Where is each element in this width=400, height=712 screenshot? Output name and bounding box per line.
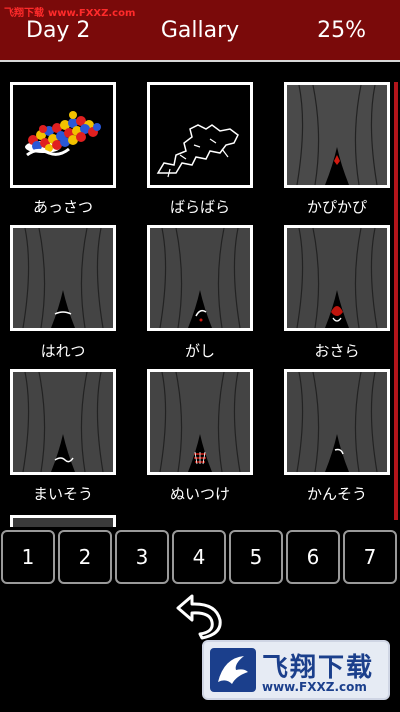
undo-arrow-icon bbox=[176, 594, 222, 640]
watermark-bottom-url: www.FXXZ.com bbox=[262, 680, 367, 694]
curtain-thumbnail bbox=[150, 372, 250, 472]
gallery-label-6: おさら bbox=[314, 342, 360, 360]
gallery-tile-9[interactable] bbox=[284, 369, 390, 475]
page-button-3[interactable]: 3 bbox=[115, 530, 169, 584]
gallery-label-3: かぴかぴ bbox=[306, 198, 367, 216]
page-button-6[interactable]: 6 bbox=[286, 530, 340, 584]
page-button-5[interactable]: 5 bbox=[229, 530, 283, 584]
gallery-label-8: ぬいつけ bbox=[169, 485, 230, 503]
page-button-2[interactable]: 2 bbox=[58, 530, 112, 584]
curtain-thumbnail bbox=[150, 228, 250, 328]
gallery-label-1: あっさつ bbox=[32, 198, 93, 216]
curtain-thumbnail bbox=[287, 372, 387, 472]
crushed-figure-thumbnail bbox=[13, 85, 113, 185]
page-button-1[interactable]: 1 bbox=[1, 530, 55, 584]
curtain-thumbnail bbox=[13, 372, 113, 472]
watermark-bottom-name: 飞翔下载 bbox=[262, 653, 375, 683]
gallery-tile-10-partial[interactable] bbox=[10, 515, 116, 527]
back-button[interactable] bbox=[172, 588, 228, 640]
watermark-bottom: 飞翔下载 www.FXXZ.com bbox=[202, 640, 390, 700]
gallery-tile-1[interactable] bbox=[10, 82, 116, 188]
page-button-7[interactable]: 7 bbox=[343, 530, 397, 584]
gallery-tile-8[interactable] bbox=[147, 369, 253, 475]
gallery-tile-6[interactable] bbox=[284, 225, 390, 331]
gallery-label-2: ばらばら bbox=[169, 198, 230, 216]
header-bar: 飞翔下载 www.FXXZ.com Day 2 Gallary 25% bbox=[0, 0, 400, 62]
gallery-tile-7[interactable] bbox=[10, 369, 116, 475]
page-selector: 1 2 3 4 5 6 7 bbox=[0, 530, 400, 586]
gallery-tile-3[interactable] bbox=[284, 82, 390, 188]
chalk-outline-thumbnail bbox=[150, 85, 250, 185]
gallery-tile-5[interactable] bbox=[147, 225, 253, 331]
gallery-label-7: まいそう bbox=[32, 485, 93, 503]
gallery-scrollbar[interactable] bbox=[394, 82, 398, 520]
gallery-tile-4[interactable] bbox=[10, 225, 116, 331]
curtain-thumbnail bbox=[287, 228, 387, 328]
gallery-label-4: はれつ bbox=[40, 342, 86, 360]
curtain-thumbnail bbox=[13, 228, 113, 328]
page-button-4[interactable]: 4 bbox=[172, 530, 226, 584]
site-logo-icon bbox=[210, 648, 256, 692]
gallery-grid: あっさつ ばらばら かぴかぴ はれつ がし おさら まいそう ぬいつけ かんそう bbox=[0, 72, 400, 527]
curtain-thumbnail bbox=[287, 85, 387, 185]
gallery-label-5: がし bbox=[184, 342, 215, 360]
completion-percent: 25% bbox=[317, 18, 366, 43]
gallery-tile-2[interactable] bbox=[147, 82, 253, 188]
watermark-top: 飞翔下载 www.FXXZ.com bbox=[4, 4, 135, 19]
gallery-label-9: かんそう bbox=[306, 485, 367, 503]
